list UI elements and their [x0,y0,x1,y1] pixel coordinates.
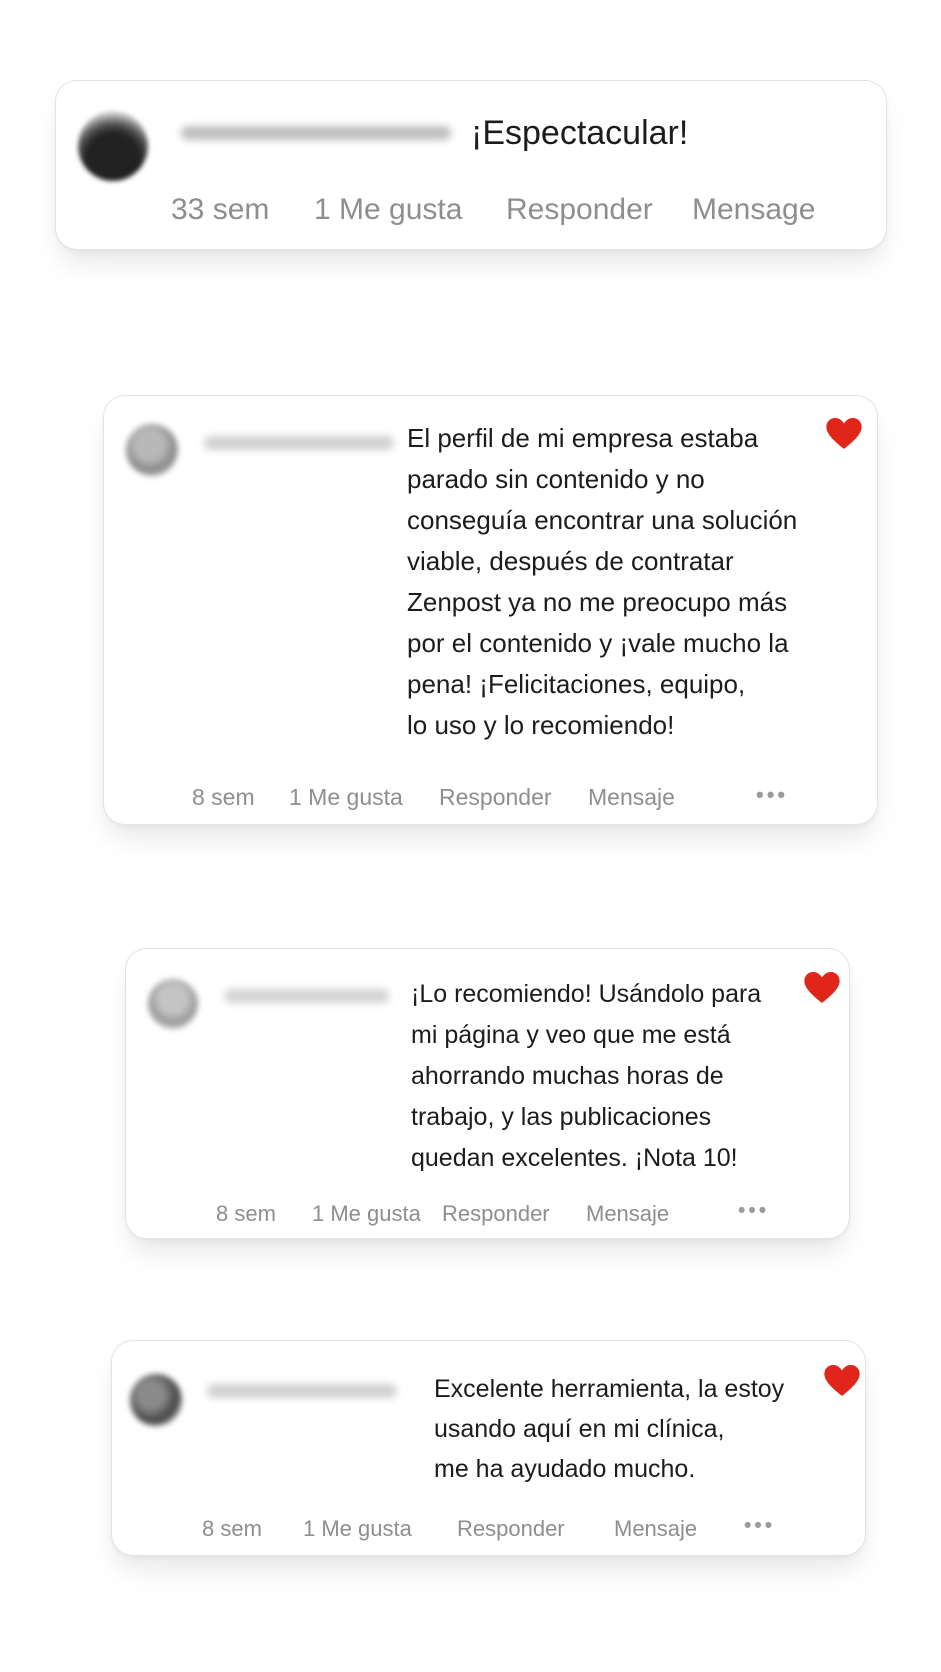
comments-page: ¡Espectacular! 33 sem 1 Me gusta Respond… [0,0,941,1672]
avatar[interactable] [126,424,178,476]
username-blurred[interactable] [224,989,389,1003]
heart-icon[interactable] [804,972,840,1004]
heart-icon[interactable] [826,418,862,450]
like-count[interactable]: 1 Me gusta [314,193,462,227]
like-count[interactable]: 1 Me gusta [303,1516,412,1542]
reply-button[interactable]: Responder [506,193,653,227]
comment-time: 8 sem [202,1516,262,1541]
comment-text: Excelente herramienta, la estoy usando a… [434,1375,785,1483]
comment-text: ¡Espectacular! [471,114,689,152]
reply-button[interactable]: Responder [457,1516,565,1542]
comment-card: ¡Lo recomiendo! Usándolo para mi página … [125,948,850,1239]
comment-time: 8 sem [192,784,255,810]
avatar[interactable] [130,1374,182,1426]
more-options-icon[interactable]: ••• [738,1199,769,1223]
message-button[interactable]: Mensage [692,193,815,227]
reply-button[interactable]: Responder [439,784,552,811]
more-options-icon[interactable]: ••• [744,1514,775,1538]
username-blurred[interactable] [181,126,451,140]
comment-time: 8 sem [216,1201,276,1226]
like-count[interactable]: 1 Me gusta [312,1201,421,1227]
reply-button[interactable]: Responder [442,1201,550,1227]
comment-card: El perfil de mi empresa estaba parado si… [103,395,878,825]
comment-text: ¡Lo recomiendo! Usándolo para mi página … [411,980,762,1172]
comment-time: 33 sem [171,193,270,226]
message-button[interactable]: Mensaje [586,1201,669,1227]
more-options-icon[interactable]: ••• [756,782,788,808]
message-button[interactable]: Mensaje [588,784,675,811]
username-blurred[interactable] [207,1384,397,1398]
heart-icon[interactable] [824,1365,860,1397]
comment-card: Excelente herramienta, la estoy usando a… [111,1340,866,1556]
message-button[interactable]: Mensaje [614,1516,697,1542]
comment-text: El perfil de mi empresa estaba parado si… [407,423,798,740]
comment-card: ¡Espectacular! 33 sem 1 Me gusta Respond… [55,80,887,250]
like-count[interactable]: 1 Me gusta [289,784,403,811]
avatar[interactable] [78,111,148,181]
username-blurred[interactable] [204,436,394,450]
avatar[interactable] [148,979,198,1029]
